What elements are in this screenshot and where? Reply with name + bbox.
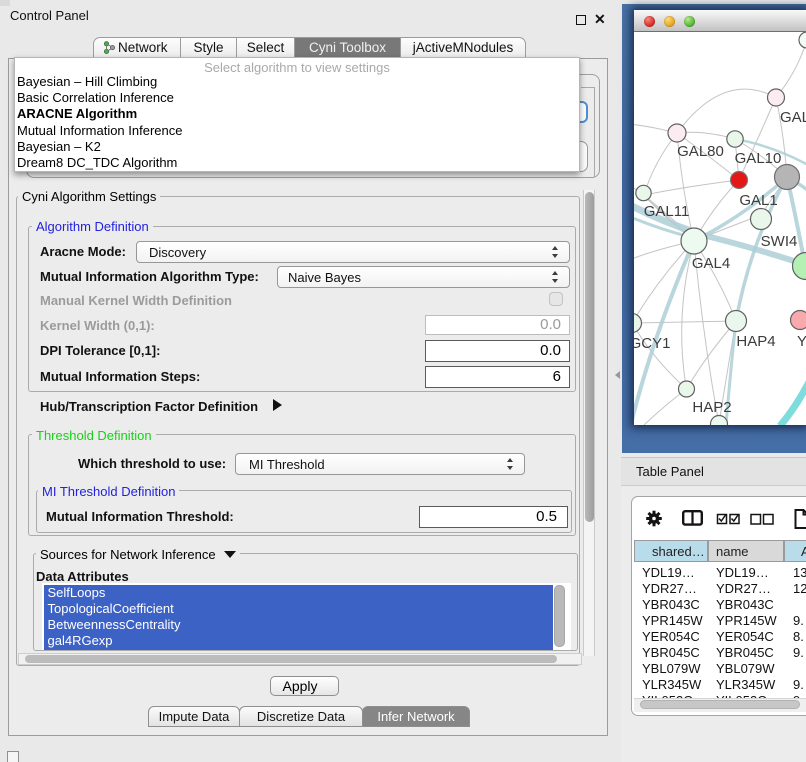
svg-text:GAL11: GAL11 bbox=[644, 203, 690, 220]
svg-text:GAL4: GAL4 bbox=[692, 255, 730, 272]
svg-text:GAL10: GAL10 bbox=[735, 150, 782, 167]
svg-text:SWI4: SWI4 bbox=[761, 233, 798, 250]
svg-text:Y: Y bbox=[797, 333, 806, 350]
svg-text:HAP4: HAP4 bbox=[736, 333, 775, 350]
svg-text:GAL80: GAL80 bbox=[677, 143, 724, 160]
svg-text:GAL: GAL bbox=[780, 109, 806, 126]
svg-text:HAP2: HAP2 bbox=[692, 399, 731, 416]
svg-text:GCY1: GCY1 bbox=[634, 335, 670, 352]
svg-text:GAL1: GAL1 bbox=[739, 192, 777, 209]
